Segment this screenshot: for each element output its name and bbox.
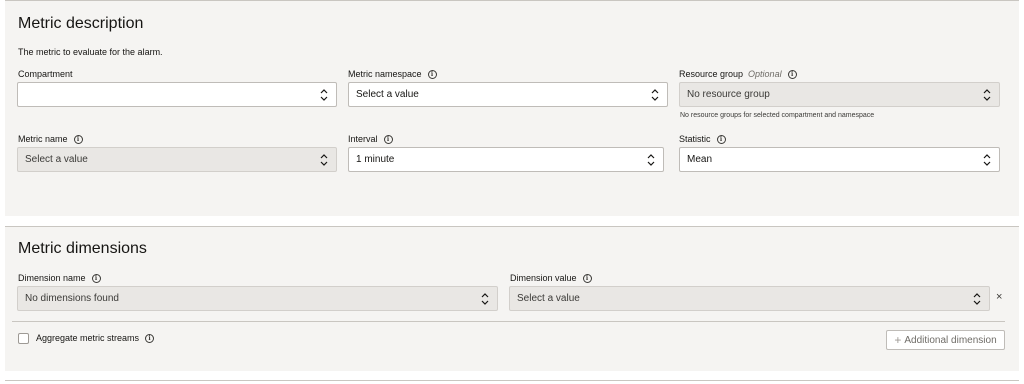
info-circle-icon[interactable]: i [787,69,797,79]
metric-description-panel [5,0,1019,216]
interval-select[interactable]: 1 minute [348,147,664,172]
aggregate-label-text: Aggregate metric streams [36,333,140,343]
resource-group-select[interactable]: No resource group [679,82,1000,107]
statistic-value: Mean [687,154,713,165]
chevron-up-down-icon [983,154,991,166]
compartment-label-text: Compartment [18,69,73,79]
dimensions-divider [12,321,1005,322]
additional-dimension-label: Additional dimension [904,334,997,346]
info-circle-icon[interactable]: i [716,134,726,144]
dimension-name-select[interactable]: No dimensions found [17,286,498,311]
interval-value: 1 minute [356,154,395,165]
aggregate-checkbox[interactable] [18,333,29,344]
chevron-up-down-icon [983,89,991,101]
chevron-up-down-icon [651,89,659,101]
metric-name-label: Metric name i [18,133,83,145]
chevron-up-down-icon [973,293,981,305]
chevron-up-down-icon [320,154,328,166]
metric-namespace-label-text: Metric namespace [348,69,422,79]
metric-name-label-text: Metric name [18,134,68,144]
dimension-value-label-text: Dimension value [510,273,577,283]
statistic-label: Statistic i [679,133,726,145]
info-circle-icon[interactable]: i [145,333,155,343]
dimension-name-label-text: Dimension name [18,273,86,283]
statistic-select[interactable]: Mean [679,147,1000,172]
interval-label: Interval i [348,133,393,145]
metric-description-text: The metric to evaluate for the alarm. [18,47,163,57]
resource-group-label: Resource group Optional i [679,68,797,80]
resource-group-value: No resource group [687,89,770,100]
metric-name-select[interactable]: Select a value [17,147,337,172]
dimension-value-label: Dimension value i [510,272,592,284]
info-circle-icon[interactable]: i [582,273,592,283]
plus-icon: + [894,333,902,347]
metric-description-title: Metric description [18,15,144,32]
chevron-up-down-icon [481,293,489,305]
metric-dimensions-title: Metric dimensions [18,240,147,257]
metric-namespace-value: Select a value [356,89,419,100]
info-circle-icon[interactable]: i [73,134,83,144]
dimension-name-value: No dimensions found [25,293,119,304]
metric-name-value: Select a value [25,154,88,165]
optional-tag: Optional [748,69,782,79]
resource-group-label-text: Resource group [679,69,744,79]
dimension-name-label: Dimension name i [18,272,101,284]
info-circle-icon[interactable]: i [383,134,393,144]
aggregate-label: Aggregate metric streams i [36,332,155,344]
info-circle-icon[interactable]: i [427,69,437,79]
chevron-up-down-icon [647,154,655,166]
additional-dimension-button[interactable]: + Additional dimension [886,330,1005,350]
metric-namespace-select[interactable]: Select a value [348,82,668,107]
metric-namespace-label: Metric namespace i [348,68,437,80]
statistic-label-text: Statistic [679,134,711,144]
bottom-rule [5,380,1019,381]
dimension-value-value: Select a value [517,293,580,304]
chevron-up-down-icon [320,89,328,101]
interval-label-text: Interval [348,134,378,144]
dimension-value-select[interactable]: Select a value [509,286,990,311]
info-circle-icon[interactable]: i [91,273,101,283]
resource-group-helper: No resource groups for selected compartm… [680,112,875,119]
close-icon[interactable]: × [996,291,1002,303]
compartment-select[interactable] [17,82,337,107]
compartment-label: Compartment [18,68,73,80]
